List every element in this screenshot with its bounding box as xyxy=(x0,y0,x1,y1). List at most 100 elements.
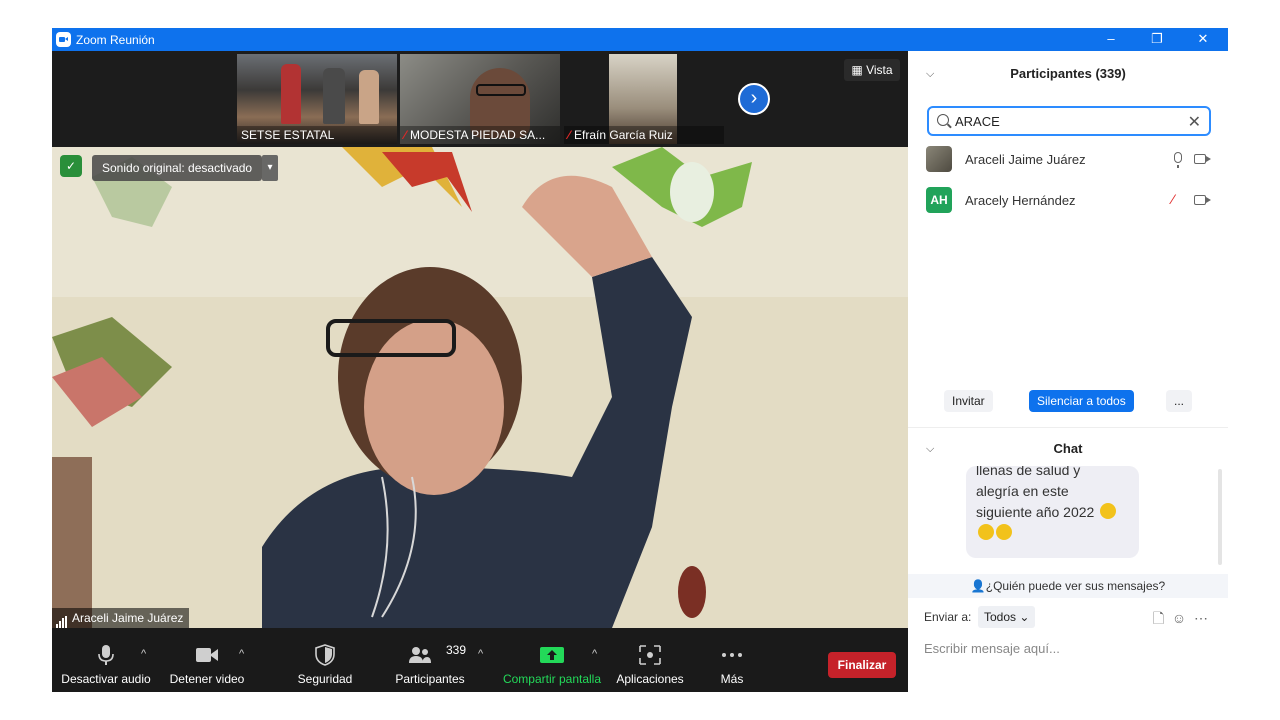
stop-video-label: Detener video xyxy=(169,672,245,686)
more-dots-icon[interactable]: ⋯ xyxy=(1194,610,1208,626)
glasses-shape xyxy=(476,84,526,96)
participants-icon xyxy=(409,647,431,663)
participant-status-icons: ⁄ xyxy=(1172,191,1216,209)
view-button[interactable]: ▦ Vista xyxy=(844,59,900,81)
participants-title: Participantes (339) xyxy=(1010,66,1126,81)
mask-emoji-icon xyxy=(996,524,1012,540)
thumbnail-name-text: Efraín García Ruiz xyxy=(574,128,673,142)
zoom-window: Zoom Reunión – ❐ ✕ SETSE ESTATAL ⁄ MODEST… xyxy=(52,28,1228,692)
chat-message-input[interactable]: Escribir mensaje aquí... xyxy=(924,641,1060,656)
participants-header: ⌵ Participantes (339) xyxy=(908,51,1228,97)
video-options-caret[interactable]: ^ xyxy=(239,648,244,660)
shield-icon xyxy=(315,644,335,666)
participants-label: Participantes xyxy=(395,672,465,686)
mute-all-button[interactable]: Silenciar a todos xyxy=(1029,390,1134,412)
apps-label: Aplicaciones xyxy=(616,672,684,686)
grin-emoji-icon xyxy=(978,524,994,540)
video-area: SETSE ESTATAL ⁄ MODESTA PIEDAD SA... ⁄ Efr… xyxy=(52,51,908,692)
microphone-icon[interactable] xyxy=(1174,152,1182,168)
send-to-value: Todos xyxy=(984,610,1017,624)
search-value: ARACE xyxy=(955,114,1000,129)
apps-button[interactable]: Aplicaciones xyxy=(612,628,688,692)
security-label: Seguridad xyxy=(297,672,353,686)
view-label: Vista xyxy=(866,63,893,77)
search-icon xyxy=(937,114,949,126)
window-title: Zoom Reunión xyxy=(76,33,155,47)
restore-button[interactable]: ❐ xyxy=(1142,30,1172,48)
participant-thumbnail[interactable]: ⁄ Efraín García Ruiz xyxy=(564,54,724,144)
chat-header: ⌵ Chat xyxy=(908,427,1228,469)
mic-muted-icon[interactable]: ⁄ xyxy=(1172,191,1174,207)
thumbnail-name: ⁄ MODESTA PIEDAD SA... xyxy=(400,126,560,144)
video-camera-icon[interactable] xyxy=(1194,154,1211,164)
grid-icon: ▦ xyxy=(851,63,867,77)
end-meeting-button[interactable]: Finalizar xyxy=(828,652,896,678)
mute-audio-button[interactable]: Desactivar audio xyxy=(58,628,154,692)
original-sound-badge[interactable]: Sonido original: desactivado xyxy=(92,155,263,181)
speaker-name-text: Araceli Jaime Juárez xyxy=(72,611,184,625)
chat-message-line: alegría en este xyxy=(976,483,1069,499)
chat-tools: 🗋 ☺ ⋯ xyxy=(1153,608,1208,632)
thumbnail-name-text: MODESTA PIEDAD SA... xyxy=(410,128,546,142)
video-camera-icon xyxy=(196,648,218,662)
signal-strength-icon xyxy=(56,608,68,628)
participants-more-button[interactable]: ... xyxy=(1166,390,1193,412)
chat-scrollbar[interactable] xyxy=(1218,469,1222,565)
stop-video-button[interactable]: Detener video xyxy=(162,628,252,692)
zoom-logo-icon xyxy=(56,32,71,47)
emoji-icon[interactable]: ☺ xyxy=(1172,610,1186,626)
thumbnail-name: ⁄ Efraín García Ruiz xyxy=(564,126,724,144)
collapse-chevron-icon[interactable]: ⌵ xyxy=(926,51,934,97)
chat-message-line: siguiente año 2022 xyxy=(976,504,1095,520)
minimize-button[interactable]: – xyxy=(1096,30,1126,48)
share-screen-button[interactable]: Compartir pantalla xyxy=(500,628,604,692)
invite-button[interactable]: Invitar xyxy=(944,390,993,412)
person-figure xyxy=(323,68,345,124)
share-options-caret[interactable]: ^ xyxy=(592,648,597,660)
close-window-button[interactable]: ✕ xyxy=(1188,30,1218,48)
speaker-video-frame xyxy=(52,147,908,628)
participant-thumbnail[interactable]: ⁄ MODESTA PIEDAD SA... xyxy=(400,54,560,144)
wink-emoji-icon xyxy=(1100,503,1117,519)
chat-message-line: llenas de salud y xyxy=(976,466,1081,478)
person-figure xyxy=(359,70,379,124)
video-camera-icon[interactable] xyxy=(1194,195,1211,205)
participants-button[interactable]: 339 Participantes xyxy=(384,628,476,692)
audio-options-caret[interactable]: ^ xyxy=(141,648,146,660)
chat-message-bubble: llenas de salud y alegría en este siguie… xyxy=(966,466,1139,558)
send-to-dropdown[interactable]: Todos ⌄ xyxy=(978,606,1036,628)
participant-name: Aracely Hernández xyxy=(965,193,1076,208)
encryption-shield-icon[interactable]: ✓ xyxy=(60,155,82,177)
speaker-name-label: Araceli Jaime Juárez xyxy=(52,608,190,628)
participants-count: 339 xyxy=(446,643,467,657)
mic-muted-icon: ⁄ xyxy=(568,128,571,142)
participant-thumbnail[interactable]: SETSE ESTATAL xyxy=(237,54,397,144)
chevron-down-icon: ⌄ xyxy=(1019,610,1030,624)
who-can-see-messages-link[interactable]: 👤¿Quién puede ver sus mensajes? xyxy=(908,574,1228,598)
security-button[interactable]: Seguridad xyxy=(282,628,368,692)
person-figure xyxy=(281,64,301,124)
gallery-strip: SETSE ESTATAL ⁄ MODESTA PIEDAD SA... ⁄ Efr… xyxy=(52,51,908,147)
clear-search-icon[interactable]: ✕ xyxy=(1188,112,1201,132)
participants-options-caret[interactable]: ^ xyxy=(478,648,483,660)
more-label: Más xyxy=(720,672,744,686)
collapse-chevron-icon[interactable]: ⌵ xyxy=(926,428,934,470)
thumbnail-name: SETSE ESTATAL xyxy=(237,126,397,144)
participant-row[interactable]: Araceli Jaime Juárez xyxy=(926,146,1216,174)
participant-row[interactable]: AH Aracely Hernández ⁄ xyxy=(926,187,1216,215)
side-panel: ⌵ Participantes (339) ARACE ✕ Araceli Ja… xyxy=(908,51,1228,692)
sound-options-caret[interactable]: ▾ xyxy=(262,155,278,181)
avatar: AH xyxy=(926,187,952,213)
share-screen-label: Compartir pantalla xyxy=(502,672,602,686)
microphone-icon xyxy=(98,645,114,665)
active-speaker-video: ✓ Sonido original: desactivado ▾ Araceli… xyxy=(52,147,908,628)
next-page-button[interactable]: › xyxy=(738,83,770,115)
title-bar: Zoom Reunión – ❐ ✕ xyxy=(52,28,1228,51)
participant-search-input[interactable]: ARACE ✕ xyxy=(927,106,1211,136)
file-icon[interactable]: 🗋 xyxy=(1153,610,1164,626)
avatar xyxy=(926,146,952,172)
thumbnail-name-text: SETSE ESTATAL xyxy=(241,128,335,142)
mute-audio-label: Desactivar audio xyxy=(61,672,151,686)
more-button[interactable]: Más xyxy=(702,628,762,692)
participant-name: Araceli Jaime Juárez xyxy=(965,152,1086,167)
